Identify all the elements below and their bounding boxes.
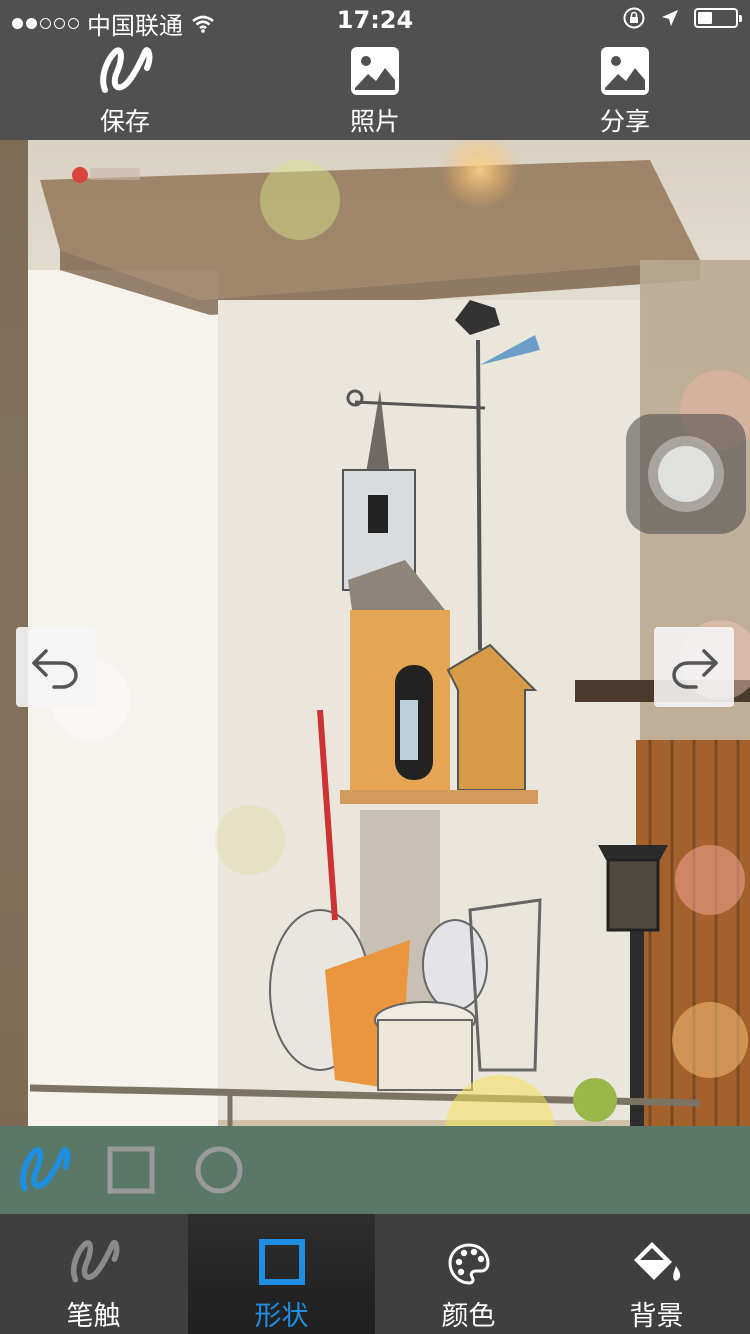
drawing-canvas[interactable] (0, 140, 750, 1126)
square-outline-icon (107, 1146, 155, 1194)
share-label: 分享 (599, 107, 650, 136)
palette-icon (447, 1243, 490, 1285)
background-photo (0, 140, 750, 1126)
freehand-icon (20, 1147, 71, 1192)
rectangle-shape-button[interactable] (101, 1140, 161, 1200)
undo-icon (32, 649, 78, 689)
tab-background[interactable]: 背景 (563, 1214, 750, 1334)
image-icon (351, 47, 399, 95)
tab-label: 颜色 (441, 1301, 496, 1332)
redo-button[interactable] (654, 627, 734, 707)
circle-outline-icon (195, 1146, 243, 1194)
circle-shape-button[interactable] (189, 1140, 249, 1200)
paint-bucket-icon (633, 1242, 680, 1281)
redo-icon (672, 649, 718, 689)
status-bar: 中国联通 17:24 (0, 0, 750, 40)
photo-button[interactable]: 照片 (305, 44, 445, 138)
tab-label: 背景 (629, 1301, 684, 1332)
tab-label: 形状 (254, 1301, 309, 1332)
undo-button[interactable] (16, 627, 96, 707)
tab-label: 笔触 (66, 1301, 121, 1332)
brush-icon (70, 1239, 119, 1283)
top-toolbar: 中国联通 17:24 保存 照片 分享 (0, 0, 750, 140)
freehand-shape-button[interactable] (14, 1140, 74, 1200)
share-button[interactable]: 分享 (555, 44, 695, 138)
save-label: 保存 (99, 107, 150, 136)
photo-label: 照片 (349, 107, 400, 136)
square-icon (258, 1239, 305, 1285)
battery-icon (694, 8, 742, 28)
rotation-lock-icon (623, 7, 645, 29)
image-icon (601, 47, 649, 95)
brush-stroke-icon (100, 47, 153, 93)
tab-shape[interactable]: 形状 (188, 1214, 375, 1334)
shape-options-bar (0, 1126, 750, 1214)
tab-color[interactable]: 颜色 (375, 1214, 562, 1334)
location-arrow-icon (662, 10, 678, 26)
assistive-touch-button[interactable] (626, 414, 746, 534)
bottom-tab-bar: 笔触 形状 颜色 背景 (0, 1214, 750, 1334)
tab-brush[interactable]: 笔触 (0, 1214, 187, 1334)
save-button[interactable]: 保存 (55, 44, 195, 138)
battery-level (698, 12, 712, 24)
